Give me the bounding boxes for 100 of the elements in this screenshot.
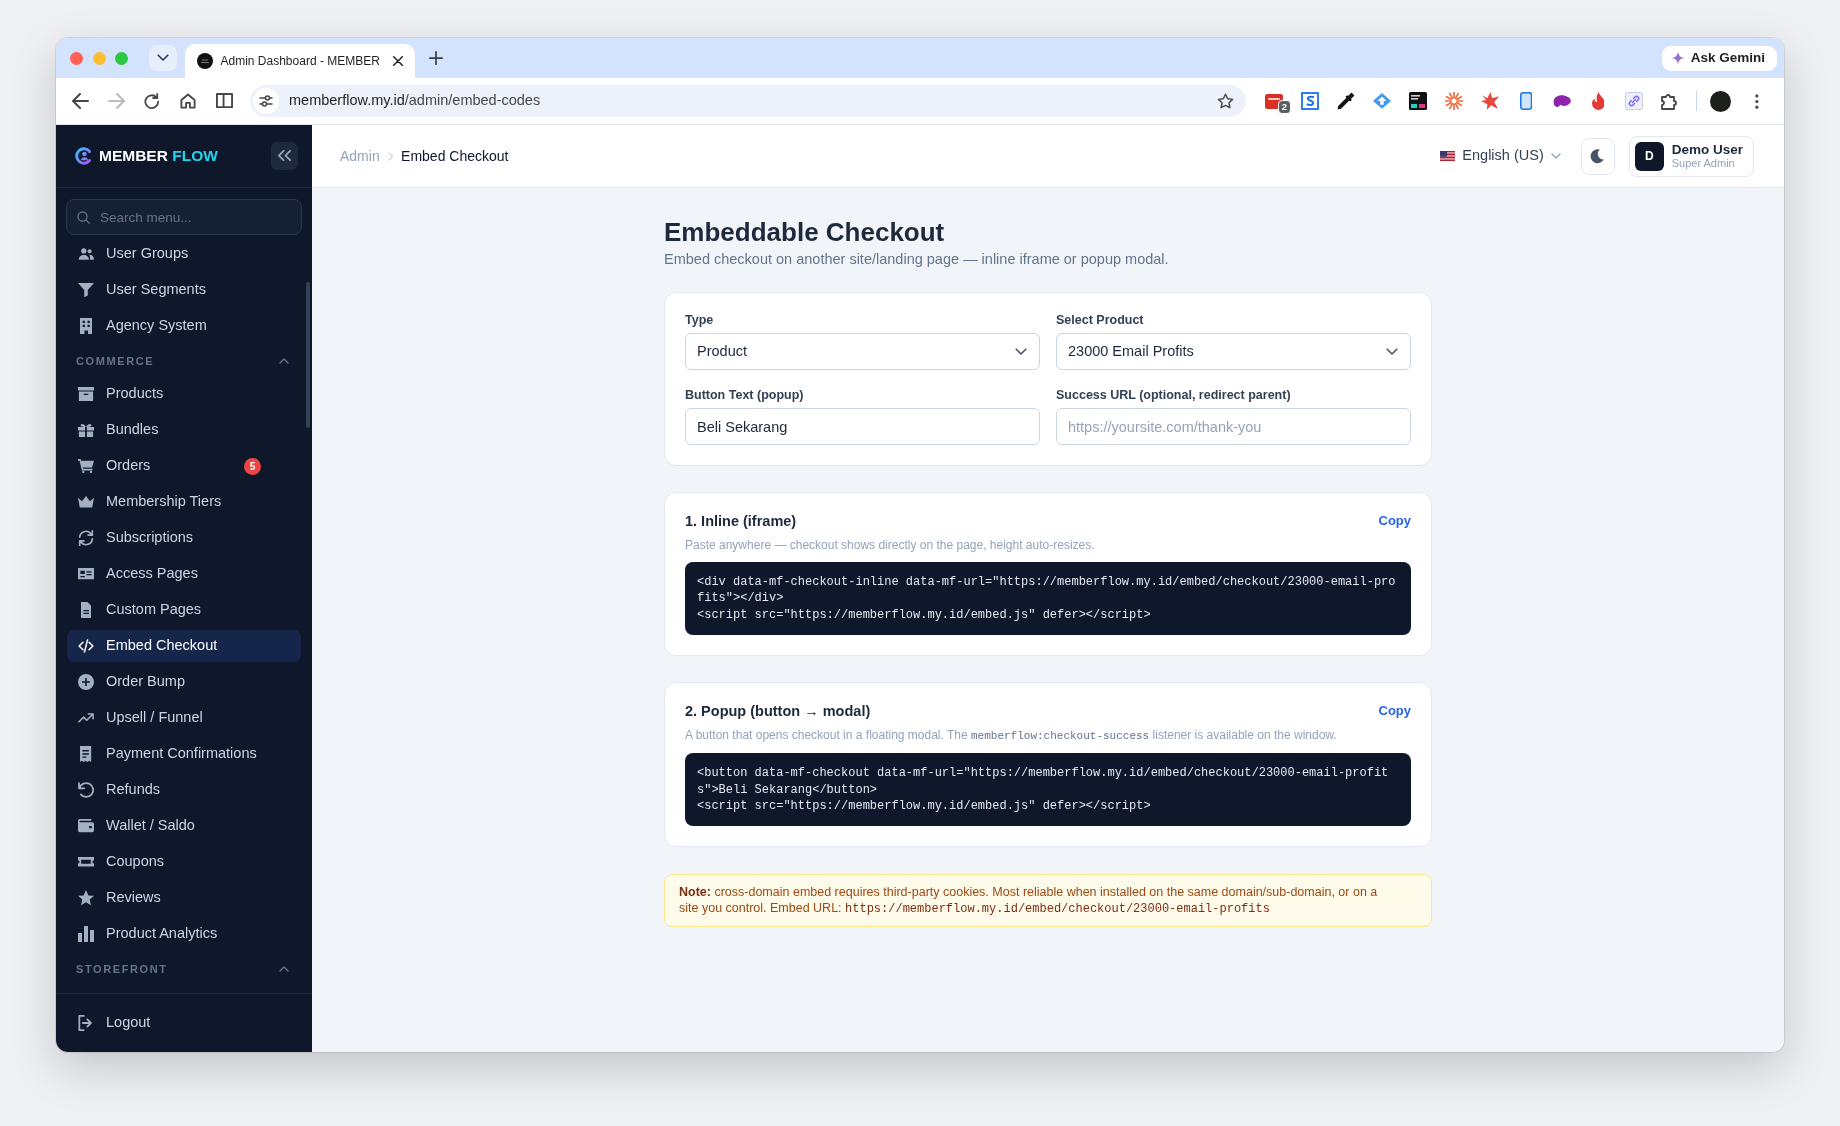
- ask-gemini-button[interactable]: Ask Gemini: [1661, 45, 1777, 71]
- tile-icon[interactable]: [1265, 93, 1283, 109]
- side-panel-icon[interactable]: [215, 93, 233, 109]
- search-field[interactable]: Search menu...: [66, 199, 302, 235]
- sidebar-item[interactable]: Access Pages: [67, 558, 301, 590]
- user-name: Demo User: [1671, 142, 1743, 157]
- chevron-right-icon: [387, 151, 394, 161]
- code-block: <button data-mf-checkout data-mf-url="https://memberflow.my.id/embed/checkout/23000-email-profits">Beli Sekarang</button> <script src="https://memberflow.my.id/embed.js" defer></script>: [685, 753, 1411, 827]
- blob-icon[interactable]: [1553, 94, 1571, 108]
- arrow-diamond-icon[interactable]: [1373, 93, 1391, 109]
- double-chevron-left-icon: [278, 150, 291, 162]
- sidebar-item[interactable]: Reviews: [67, 882, 301, 914]
- spiky-emblem-icon[interactable]: [1481, 92, 1499, 110]
- scrollbar-thumb[interactable]: [306, 282, 310, 428]
- logo-icon: [75, 147, 92, 165]
- sliders-icon[interactable]: [253, 88, 279, 114]
- more-options-icon[interactable]: [1755, 93, 1759, 109]
- field-label: Button Text (popup): [685, 388, 805, 403]
- sidebar-item[interactable]: Product Analytics: [67, 918, 301, 950]
- theme-toggle-button[interactable]: [1580, 137, 1615, 175]
- sidebar-item[interactable]: Payment Confirmations: [67, 738, 301, 770]
- chevron-down-icon: [1550, 153, 1561, 159]
- close-icon[interactable]: [392, 56, 403, 66]
- sidebar-item[interactable]: Bundles: [67, 414, 301, 446]
- sidebar-item[interactable]: Order Bump: [67, 666, 301, 698]
- copy-link[interactable]: Copy: [1378, 701, 1411, 721]
- profile-avatar[interactable]: [1710, 90, 1731, 112]
- plus-icon[interactable]: [428, 51, 443, 65]
- box-icon: [78, 386, 94, 402]
- sidebar-item[interactable]: User Groups: [67, 238, 301, 270]
- back-icon[interactable]: [71, 93, 89, 109]
- sidebar-item[interactable]: Subscriptions: [67, 522, 301, 554]
- address-bar[interactable]: memberflow.my.id/admin/embed-codes: [250, 85, 1246, 117]
- code-icon: [78, 639, 94, 653]
- field-label: Success URL (optional, redirect parent): [1056, 388, 1292, 403]
- count-badge: 5: [244, 457, 261, 475]
- sidebar-item[interactable]: Refunds: [67, 774, 301, 806]
- select-field[interactable]: Product: [685, 333, 1040, 370]
- copy-link[interactable]: Copy: [1378, 511, 1411, 531]
- logout-item[interactable]: Logout: [67, 1007, 301, 1039]
- wallet-icon: [78, 819, 94, 833]
- browser-tab[interactable]: Admin Dashboard - MEMBER: [184, 44, 415, 78]
- section-header[interactable]: COMMERCE: [67, 346, 301, 376]
- users-icon: [78, 248, 94, 260]
- id-card-icon: [78, 568, 94, 580]
- sidebar-item[interactable]: User Segments: [67, 274, 301, 306]
- link-icon[interactable]: [1625, 92, 1643, 110]
- sidebar-item[interactable]: Coupons: [67, 846, 301, 878]
- section-header[interactable]: STOREFRONT: [67, 954, 301, 984]
- tile-grid-icon[interactable]: [1409, 92, 1427, 110]
- user-avatar: D: [1634, 141, 1664, 171]
- tab-list-button[interactable]: [148, 45, 177, 71]
- snippet-description: A button that opens checkout in a floating modal. The memberflow:checkout-success listener is available on the window.: [685, 727, 1338, 745]
- snippet-title: 2. Popup (button → modal): [685, 702, 871, 722]
- user-menu[interactable]: D Demo User Super Admin: [1628, 135, 1754, 177]
- star-icon: [78, 890, 94, 906]
- sidebar-item[interactable]: Orders 5: [67, 450, 301, 482]
- bar-chart-icon: [78, 926, 94, 942]
- crown-icon: [78, 496, 94, 508]
- sidebar-item[interactable]: Custom Pages: [67, 594, 301, 626]
- favicon-icon: [196, 53, 213, 69]
- cart-icon: [78, 458, 94, 474]
- sidebar-item[interactable]: Membership Tiers: [67, 486, 301, 518]
- select-field[interactable]: 23000 Email Profits: [1056, 333, 1411, 370]
- starburst-icon[interactable]: [1445, 92, 1463, 110]
- page-title: Embeddable Checkout: [664, 217, 946, 248]
- gift-icon: [78, 422, 94, 438]
- chevron-down-icon: [156, 54, 169, 62]
- receipt-icon: [80, 746, 92, 762]
- undo-icon: [78, 782, 94, 798]
- breadcrumb-current: Embed Checkout: [401, 146, 509, 166]
- home-icon[interactable]: [180, 93, 196, 109]
- sidebar-item[interactable]: Upsell / Funnel: [67, 702, 301, 734]
- puzzle-icon[interactable]: [1661, 92, 1679, 110]
- snippet-title: 1. Inline (iframe): [685, 512, 797, 531]
- brand-name: MEMBER FLOW: [99, 146, 218, 167]
- refresh-icon: [78, 530, 94, 546]
- warning-note: Note: cross-domain embed requires third-party cookies. Most reliable when installed on the same domain/sub-domain, or on a site you control. Embed URL: https://memberflow.my.id/embed/checkout/23000-email-profits: [664, 874, 1432, 928]
- language-selector[interactable]: English (US): [1440, 145, 1561, 167]
- code-block: <div data-mf-checkout-inline data-mf-url="https://memberflow.my.id/embed/checkout/23000-email-profits"></div> <script src="https://memberflow.my.id/embed.js" defer></script>: [685, 562, 1411, 636]
- reload-icon[interactable]: [144, 93, 160, 109]
- phone-icon[interactable]: [1519, 92, 1533, 110]
- bookmark-star-icon[interactable]: [1217, 92, 1234, 110]
- eyedropper-icon[interactable]: [1337, 92, 1355, 110]
- ticket-icon: [78, 857, 94, 867]
- sidebar-item[interactable]: Wallet / Saldo: [67, 810, 301, 842]
- text-input[interactable]: Beli Sekarang: [685, 408, 1040, 445]
- snippet-description: Paste anywhere — checkout shows directly on the page, height auto-resizes.: [685, 537, 1096, 553]
- collapse-sidebar-button[interactable]: [271, 142, 298, 170]
- flame-icon[interactable]: [1591, 92, 1605, 110]
- logout-icon: [78, 1015, 94, 1031]
- search-icon: [77, 210, 90, 224]
- text-input[interactable]: https://yoursite.com/thank-you: [1056, 408, 1411, 445]
- chevron-down-icon: [1015, 347, 1027, 356]
- field-label: Type: [685, 313, 715, 328]
- trend-up-icon: [78, 713, 94, 723]
- sidebar-item[interactable]: Agency System: [67, 310, 301, 342]
- framed-curve-icon[interactable]: [1301, 92, 1319, 110]
- sidebar-item[interactable]: Embed Checkout: [67, 630, 301, 662]
- sidebar-item[interactable]: Products: [67, 378, 301, 410]
